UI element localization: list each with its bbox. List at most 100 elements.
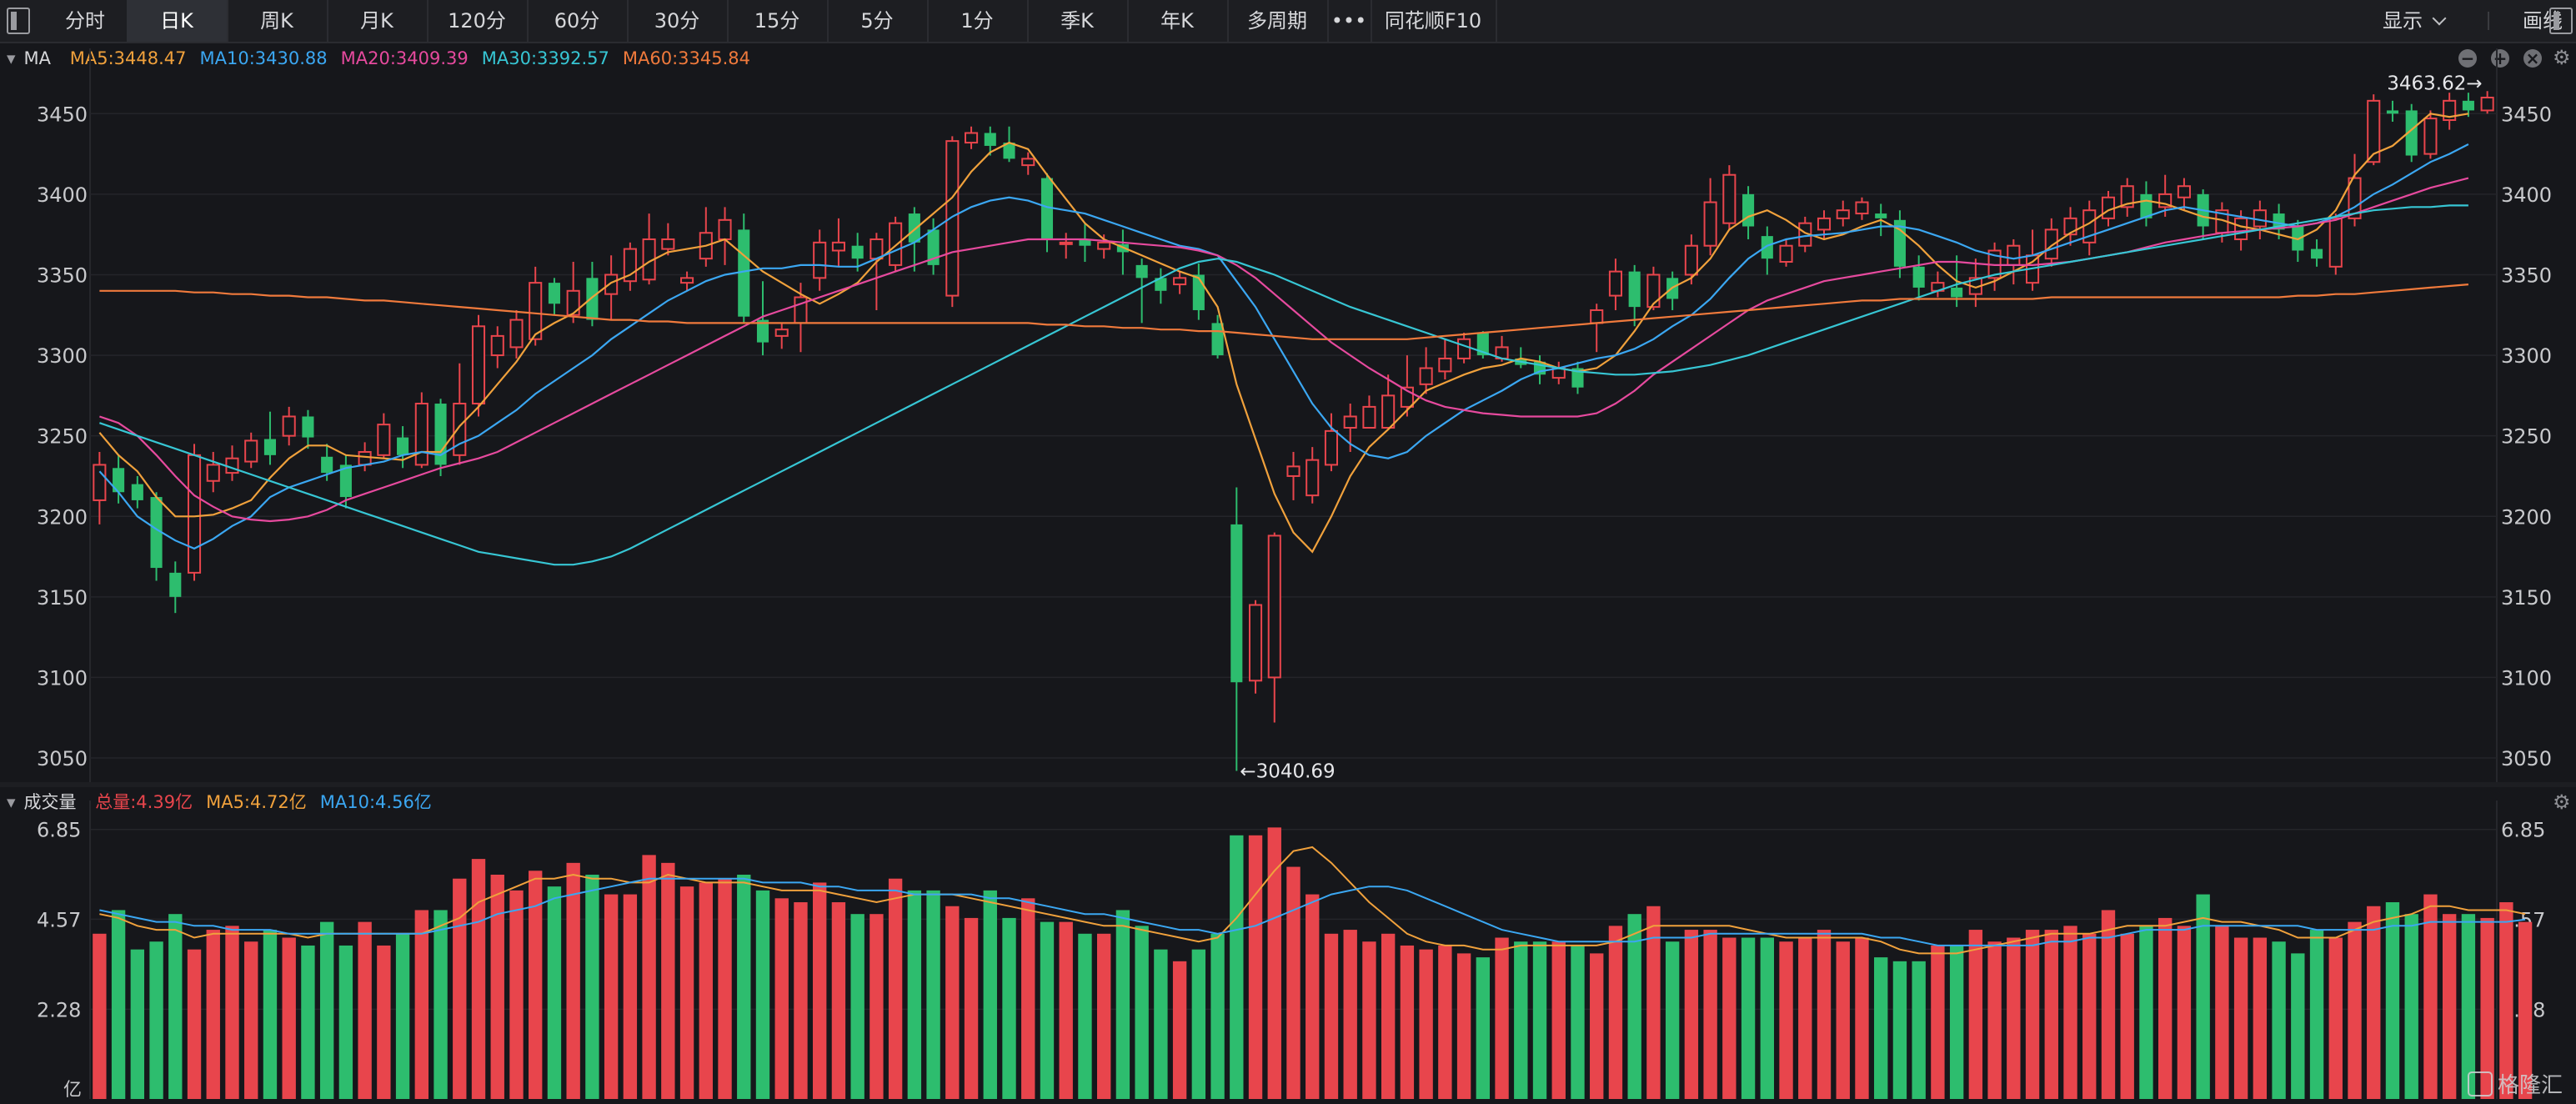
volume-bar [1115, 910, 1130, 1099]
volume-bar [1191, 949, 1206, 1099]
volume-bar [1495, 937, 1509, 1099]
volume-bar [1931, 945, 1945, 1099]
volume-bar [1722, 937, 1737, 1099]
candle-body [908, 213, 920, 243]
candle-body [2044, 228, 2058, 260]
brand-logo-icon [2467, 1071, 2493, 1096]
candle-body [1628, 271, 1641, 308]
volume-bar [623, 894, 638, 1099]
volume-bar [1798, 937, 1812, 1099]
volume-bar [2423, 894, 2438, 1099]
candle-body [225, 457, 239, 474]
volume-bar [1646, 906, 1661, 1099]
candle-body [794, 296, 808, 324]
volume-bar [1306, 894, 1320, 1099]
volume-bar [1590, 953, 1604, 1099]
volume-bar [1855, 937, 1869, 1099]
volume-bar [1096, 933, 1111, 1099]
low-price-label: ←3040.69 [1240, 760, 1335, 782]
y-tick-label-right: 3400 [2501, 183, 2552, 207]
volume-bar [2309, 930, 2324, 1099]
volume-bar [718, 878, 732, 1099]
volume-bar [2253, 937, 2268, 1099]
volume-bar [1817, 930, 1832, 1099]
volume-bar [1912, 961, 1926, 1099]
volume-bar [1172, 961, 1187, 1099]
volume-bar [319, 921, 334, 1099]
candle-body [851, 245, 864, 259]
volume-bar [945, 906, 960, 1099]
high-price-label: 3463.62→ [2387, 73, 2482, 94]
candle-body [1059, 241, 1073, 245]
volume-bar [2158, 917, 2173, 1099]
candle-body [206, 464, 220, 482]
candle-body [1646, 273, 1661, 309]
volume-bar [1324, 933, 1339, 1099]
candle-body [453, 403, 467, 456]
volume-bar [2120, 933, 2134, 1099]
volume-bar [1059, 921, 1073, 1099]
volume-bar [1267, 827, 1281, 1099]
volume-bar [2385, 902, 2400, 1099]
volume-bar [850, 914, 865, 1099]
volume-bar [794, 902, 808, 1099]
candle-body [2386, 110, 2399, 114]
y-tick-label-left: 3300 [37, 344, 88, 368]
candle-body [1779, 244, 1793, 263]
candle-body [889, 222, 903, 266]
volume-bar [377, 945, 391, 1099]
kline-chart[interactable]: 3050 3050 3100 3100 3150 3150 3200 3200 3250 3250… [0, 0, 2576, 1104]
candle-body [1912, 266, 1925, 288]
vol-tick-label-right: 6.85 [2501, 819, 2545, 842]
volume-bar [1210, 933, 1225, 1099]
candle-body [490, 334, 504, 357]
ma-line-ma60 [99, 284, 2468, 340]
volume-bar [1760, 937, 1774, 1099]
volume-bar [1230, 835, 1244, 1099]
volume-bar [2063, 926, 2077, 1099]
y-tick-label-right: 3450 [2501, 103, 2552, 126]
y-tick-label-right: 3200 [2501, 505, 2552, 529]
volume-bar [964, 917, 979, 1099]
candle-body [2423, 118, 2438, 155]
candle-body [2101, 196, 2116, 219]
volume-bar [831, 902, 846, 1099]
volume-bar [1779, 941, 1793, 1099]
y-tick-label-left: 3250 [37, 425, 88, 449]
volume-bar [2139, 926, 2153, 1099]
volume-bar [1021, 898, 1035, 1099]
volume-bar [585, 874, 599, 1099]
candle-body [831, 241, 845, 252]
candle-body [1381, 394, 1396, 429]
volume-bar [1892, 961, 1907, 1099]
candle-body [1836, 209, 1850, 219]
candle-body [2310, 248, 2323, 259]
volume-bar [111, 910, 126, 1099]
volume-bar [870, 914, 884, 1099]
candle-body [321, 456, 333, 474]
candle-body [169, 572, 182, 597]
y-tick-label-left: 3450 [37, 103, 88, 126]
candle-body [945, 140, 960, 297]
candle-body [2462, 100, 2474, 111]
volume-bar [1419, 949, 1433, 1099]
volume-bar [1286, 866, 1301, 1099]
candle-body [1590, 309, 1604, 324]
candle-body [263, 439, 277, 455]
candle-body [1230, 524, 1243, 683]
candle-body [1761, 236, 1773, 259]
volume-bar [2044, 930, 2058, 1099]
volume-bar [1987, 941, 2002, 1099]
candle-body [1684, 244, 1698, 276]
watermark-text: 格隆汇 [2497, 1073, 2563, 1098]
volume-bar [149, 941, 163, 1099]
volume-bar [642, 855, 656, 1099]
candle-body [1286, 465, 1301, 477]
volume-bar [1968, 930, 1983, 1099]
candle-body [1324, 429, 1339, 466]
volume-bar [93, 933, 107, 1099]
candle-body [1817, 217, 1832, 231]
candle-body [870, 238, 884, 260]
volume-bar [244, 941, 258, 1099]
volume-bar [737, 874, 751, 1099]
